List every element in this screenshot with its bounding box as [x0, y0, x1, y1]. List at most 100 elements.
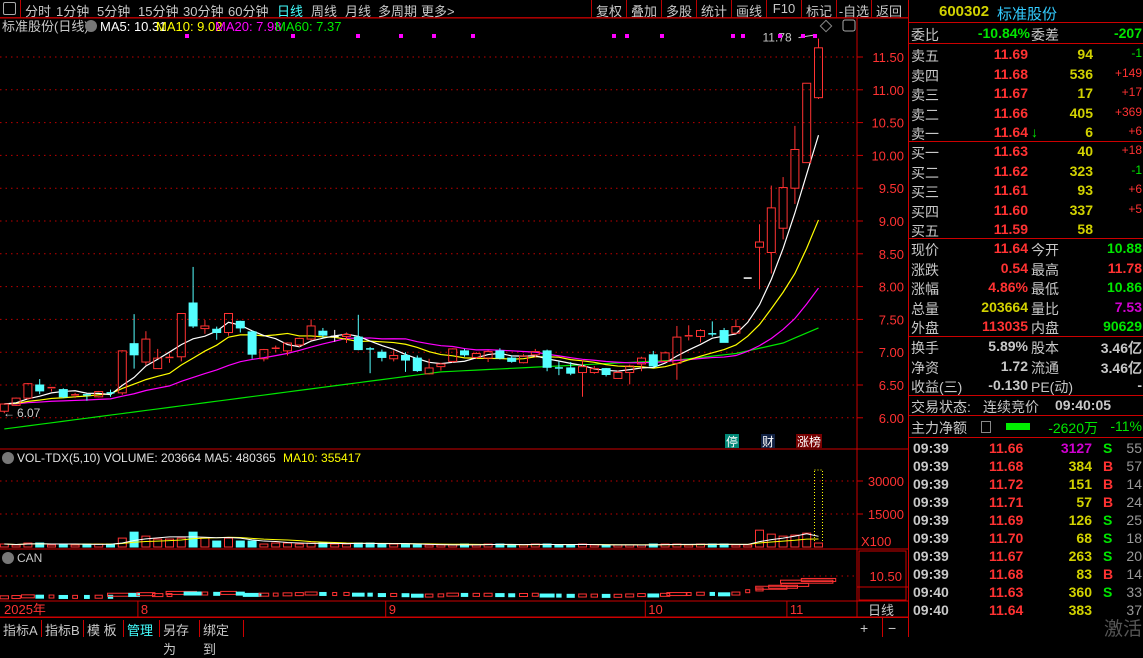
volume-bar[interactable]: [731, 544, 741, 548]
event-marker[interactable]: [801, 34, 805, 38]
candle[interactable]: [35, 379, 45, 395]
zoom-out-button[interactable]: −: [888, 620, 896, 636]
toolbar-button[interactable]: 画线: [731, 0, 766, 19]
candle[interactable]: [165, 353, 174, 363]
candle[interactable]: [436, 362, 446, 371]
toolbar-button[interactable]: 复权: [591, 0, 626, 19]
candle[interactable]: [542, 349, 552, 372]
candle[interactable]: [507, 355, 517, 363]
candle[interactable]: [766, 185, 776, 274]
volume-bar[interactable]: [342, 543, 351, 548]
kline-chart-area[interactable]: 30000 15000 10.50 11.50 11.00 10.50 10.00 9.5…: [0, 0, 908, 617]
volume-bar[interactable]: [47, 544, 56, 548]
period-tab[interactable]: 15分钟: [138, 1, 178, 20]
candle[interactable]: [247, 330, 257, 359]
volume-bar[interactable]: [259, 543, 269, 548]
volume-bar[interactable]: [330, 543, 340, 548]
candle[interactable]: [483, 350, 493, 363]
volume-bar[interactable]: [519, 544, 528, 548]
flag-finance[interactable]: 财: [761, 434, 775, 449]
candle[interactable]: [778, 177, 788, 240]
volume-bar[interactable]: [802, 532, 812, 548]
volume-bar[interactable]: [755, 529, 764, 548]
volume-bar[interactable]: [424, 544, 434, 548]
volume-bar[interactable]: [389, 543, 399, 548]
volume-bar[interactable]: [235, 540, 245, 548]
candle[interactable]: [259, 348, 269, 362]
volume-bar[interactable]: [436, 544, 446, 548]
volume-bar[interactable]: [507, 544, 517, 548]
volume-bar[interactable]: [814, 542, 823, 548]
volume-bar[interactable]: [743, 544, 753, 548]
candle[interactable]: [353, 314, 363, 351]
candle[interactable]: [471, 352, 481, 359]
toolbar-button[interactable]: 多股: [661, 0, 696, 19]
indicator-tab[interactable]: 绑定到: [200, 620, 244, 657]
diamond-icon[interactable]: [819, 19, 833, 33]
volume-bar[interactable]: [11, 544, 21, 548]
indicator-tab[interactable]: 管理: [124, 620, 160, 638]
candle[interactable]: [401, 352, 410, 372]
indicator-tab[interactable]: 另存为: [160, 620, 200, 657]
candle[interactable]: [637, 356, 646, 372]
candle[interactable]: [200, 320, 210, 334]
toolbar-button[interactable]: F10: [766, 0, 801, 18]
event-marker[interactable]: [399, 34, 403, 38]
list-icon[interactable]: [981, 421, 991, 433]
candle[interactable]: [366, 346, 375, 374]
candle[interactable]: [625, 364, 635, 385]
candle[interactable]: [708, 321, 717, 337]
candle[interactable]: [306, 319, 316, 341]
panel-toggle-icon[interactable]: [842, 19, 856, 32]
event-marker[interactable]: [432, 34, 436, 38]
candle[interactable]: [684, 325, 693, 341]
period-tab[interactable]: 更多>: [421, 1, 455, 20]
candle[interactable]: [589, 365, 599, 374]
candle[interactable]: [47, 386, 56, 392]
toolbar-button[interactable]: 返回: [871, 0, 906, 19]
candle[interactable]: [578, 360, 587, 397]
candle[interactable]: [58, 388, 68, 399]
indicator-tab[interactable]: 指标A: [0, 620, 42, 638]
period-tab[interactable]: 1分钟: [56, 1, 89, 20]
candle[interactable]: [554, 361, 563, 376]
candle[interactable]: [672, 325, 682, 380]
event-marker[interactable]: [731, 34, 735, 38]
toolbar-button[interactable]: 叠加: [626, 0, 661, 19]
event-marker[interactable]: [471, 34, 475, 38]
can-menu-icon[interactable]: [2, 552, 14, 564]
volume-bar[interactable]: [224, 537, 233, 548]
event-marker[interactable]: [612, 34, 616, 38]
volume-bar[interactable]: [153, 538, 163, 548]
candle[interactable]: [106, 389, 115, 397]
event-marker[interactable]: [741, 34, 745, 38]
candle[interactable]: [814, 38, 823, 99]
volume-bar[interactable]: [247, 540, 257, 548]
volume-bar[interactable]: [566, 544, 576, 548]
toolbar-button[interactable]: 标记: [801, 0, 836, 19]
toolbar-button[interactable]: -自选: [836, 0, 871, 19]
candle[interactable]: [271, 345, 280, 353]
volume-bar[interactable]: [271, 542, 281, 548]
candle[interactable]: [412, 355, 422, 372]
candle[interactable]: [790, 125, 800, 204]
period-tab[interactable]: 60分钟: [228, 1, 268, 20]
candle[interactable]: [613, 370, 623, 379]
volume-bar[interactable]: [554, 544, 564, 548]
event-marker[interactable]: [291, 34, 295, 38]
zoom-in-button[interactable]: +: [860, 620, 868, 636]
event-marker[interactable]: [185, 34, 189, 38]
volume-bar[interactable]: [412, 544, 422, 548]
candle[interactable]: [141, 331, 151, 366]
period-tab[interactable]: 5分钟: [97, 1, 130, 20]
volume-menu-icon[interactable]: [2, 452, 14, 464]
candle[interactable]: [377, 349, 387, 362]
indicator-tab[interactable]: 模 板: [84, 620, 124, 638]
candle[interactable]: [188, 266, 198, 328]
toolbar-button[interactable]: 统计: [696, 0, 731, 19]
event-marker[interactable]: [356, 34, 360, 38]
volume-bar[interactable]: [589, 544, 599, 548]
candle[interactable]: [129, 314, 139, 369]
candle[interactable]: [648, 350, 658, 368]
period-tab[interactable]: 分时: [25, 1, 51, 20]
